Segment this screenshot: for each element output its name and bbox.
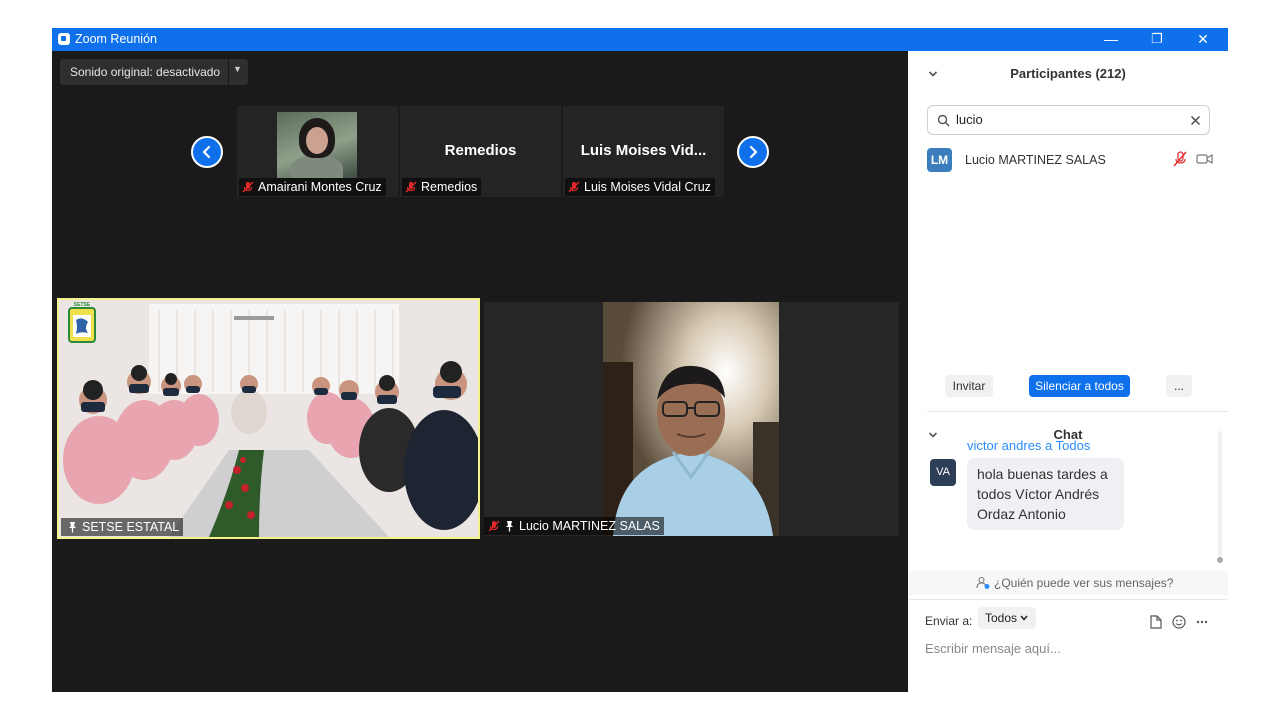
more-icon[interactable] — [1196, 620, 1208, 624]
emoji-icon[interactable] — [1172, 615, 1186, 629]
participant-display-name: Remedios — [444, 142, 517, 159]
muted-microphone-icon — [568, 181, 580, 193]
side-panel: Participantes (212) LM Lucio MARTINEZ SA… — [908, 51, 1228, 692]
video-tile-lucio[interactable]: Lucio MARTINEZ SALAS — [484, 302, 899, 536]
participant-name: Amairani Montes Cruz — [258, 180, 382, 194]
muted-microphone-icon — [405, 181, 417, 193]
original-sound-label: Sonido original: desactivado — [70, 65, 221, 79]
zoom-app-icon — [58, 33, 70, 45]
chat-recipient[interactable]: Todos — [1056, 438, 1091, 453]
participant-tile-remedios[interactable]: Remedios Remedios — [400, 106, 561, 197]
participant-name: Luis Moises Vidal Cruz — [584, 180, 711, 194]
chat-message-bubble: hola buenas tardes a todos Víctor Andrés… — [967, 458, 1124, 530]
chevron-left-icon — [202, 145, 211, 159]
setse-logo-text: SETSE — [73, 302, 91, 308]
chat-sender[interactable]: victor andres — [967, 438, 1041, 453]
who-can-see-text: ¿Quién puede ver sus mensajes? — [994, 576, 1174, 590]
clear-search-icon[interactable] — [1190, 115, 1201, 126]
search-icon — [937, 114, 950, 127]
participant-list-name: Lucio MARTINEZ SALAS — [965, 153, 1106, 167]
tile-name-tag: Lucio MARTINEZ SALAS — [484, 517, 664, 535]
chat-message-input[interactable]: Escribir mensaje aquí... — [925, 641, 1215, 663]
participant-search-box[interactable] — [927, 105, 1210, 135]
participant-search-input[interactable] — [954, 111, 1178, 128]
divider — [228, 59, 229, 85]
participant-name-tag: Amairani Montes Cruz — [239, 178, 386, 196]
participant-avatar: LM — [927, 148, 952, 172]
file-icon[interactable] — [1150, 615, 1162, 629]
divider — [908, 599, 1228, 600]
pin-icon — [506, 521, 513, 532]
tile-name: SETSE ESTATAL — [82, 520, 180, 534]
close-button[interactable]: ✕ — [1180, 28, 1226, 51]
participant-tile-luis[interactable]: Luis Moises Vid... Luis Moises Vidal Cru… — [563, 106, 724, 197]
invite-button[interactable]: Invitar — [945, 375, 993, 397]
chat-connector: a — [1045, 438, 1053, 453]
participants-header: Participantes (212) — [1010, 66, 1126, 81]
pin-icon — [69, 522, 76, 533]
chat-scrollbar[interactable] — [1217, 431, 1223, 563]
chevron-right-icon — [749, 145, 758, 159]
window-title: Zoom Reunión — [75, 32, 157, 46]
chevron-down-icon[interactable]: ▼ — [233, 64, 242, 74]
muted-microphone-icon — [488, 520, 500, 532]
setse-logo — [68, 307, 96, 343]
meeting-room-video — [59, 300, 478, 537]
send-to-value: Todos — [985, 611, 1018, 625]
zoom-meeting-window: Zoom Reunión — ❐ ✕ Sonido original: desa… — [52, 28, 1228, 692]
muted-microphone-icon[interactable] — [1173, 151, 1187, 167]
participant-name-tag: Remedios — [402, 178, 482, 196]
participant-name: Remedios — [421, 180, 478, 194]
muted-microphone-icon — [242, 181, 254, 193]
restore-button[interactable]: ❐ — [1134, 28, 1180, 51]
send-to-label: Enviar a: — [925, 614, 973, 628]
participant-display-name: Luis Moises Vid... — [580, 142, 707, 159]
participant-tile-amairani[interactable]: Amairani Montes Cruz — [237, 106, 398, 197]
participant-list-item[interactable]: LM Lucio MARTINEZ SALAS — [908, 146, 1228, 174]
divider — [927, 411, 1228, 412]
previous-page-button[interactable] — [191, 136, 223, 168]
more-options-button[interactable]: ... — [1166, 375, 1192, 397]
tile-name-tag: SETSE ESTATAL — [61, 518, 184, 536]
participant-name-tag: Luis Moises Vidal Cruz — [565, 178, 715, 196]
participant-video — [277, 112, 357, 178]
tile-name: Lucio MARTINEZ SALAS — [519, 519, 660, 533]
video-camera-icon[interactable] — [1196, 153, 1213, 165]
video-tile-setse-estatal[interactable]: SETSE SETSE ESTATAL — [57, 298, 480, 539]
chat-message-meta: victor andres a Todos — [967, 438, 1090, 453]
send-to-dropdown[interactable]: Todos — [978, 607, 1036, 629]
chat-sender-avatar: VA — [930, 459, 956, 486]
original-sound-button[interactable]: Sonido original: desactivado ▼ — [60, 59, 248, 85]
user-info-icon — [976, 576, 990, 589]
chevron-down-icon — [1020, 615, 1028, 621]
video-area: Sonido original: desactivado ▼ Amairani … — [52, 51, 908, 692]
minimize-button[interactable]: — — [1088, 28, 1134, 51]
title-bar[interactable]: Zoom Reunión — ❐ ✕ — [52, 28, 1228, 51]
participant-video-lucio — [603, 302, 779, 536]
mute-all-button[interactable]: Silenciar a todos — [1029, 375, 1130, 397]
who-can-see-bar[interactable]: ¿Quién puede ver sus mensajes? — [908, 571, 1228, 595]
scrollbar-thumb[interactable] — [1217, 557, 1223, 563]
next-page-button[interactable] — [737, 136, 769, 168]
